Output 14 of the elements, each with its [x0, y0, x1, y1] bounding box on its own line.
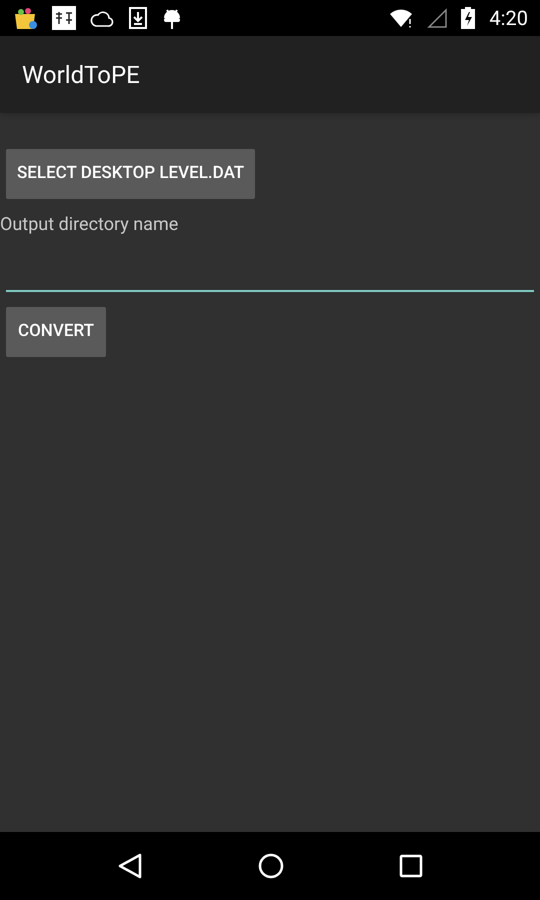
back-button[interactable]: [117, 852, 144, 880]
download-icon: [128, 6, 148, 30]
status-time: 4:20: [489, 5, 528, 32]
signal-icon: [427, 8, 448, 28]
select-file-button[interactable]: SELECT DESKTOP LEVEL.DAT: [6, 149, 256, 199]
home-button[interactable]: [258, 853, 284, 879]
battery-icon: [461, 7, 476, 29]
recent-apps-button[interactable]: [398, 854, 423, 878]
convert-button[interactable]: CONVERT: [6, 307, 106, 357]
field-label: Output directory name: [0, 213, 180, 237]
app-icon: [52, 6, 76, 30]
wifi-icon: [389, 8, 414, 28]
shopping-bag-icon: [12, 6, 38, 30]
app-title: WorldToPE: [22, 60, 140, 90]
